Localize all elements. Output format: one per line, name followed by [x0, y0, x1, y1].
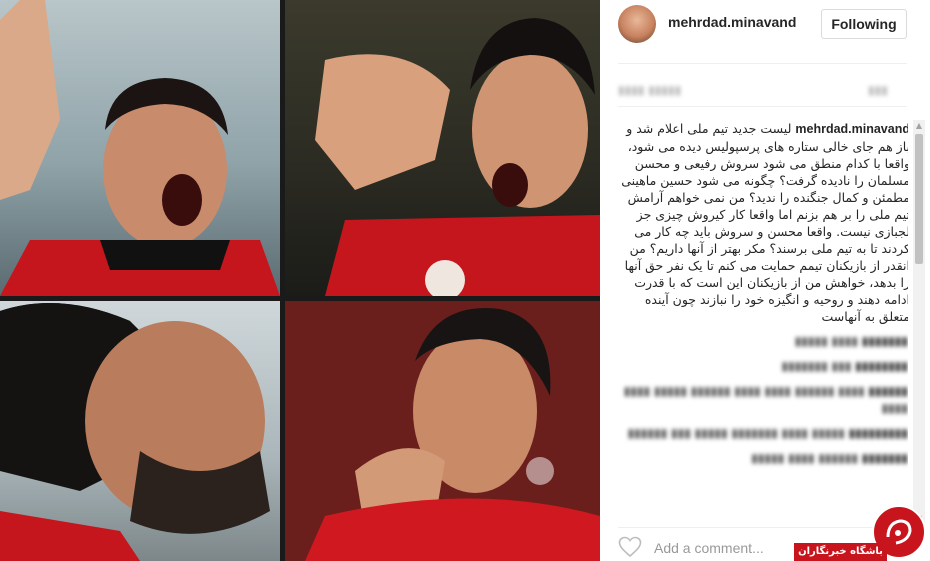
- avatar[interactable]: [618, 5, 656, 43]
- photo-tile-player-1: [0, 0, 280, 296]
- caption: mehrdad.minavand لیست جدید تیم ملی اعلام…: [618, 120, 908, 325]
- photo-tile-player-2: [285, 0, 600, 296]
- blurred-comment: ▮▮▮▮▮▮▮▮ ▮▮▮ ▮▮▮▮▮▮▮: [781, 359, 909, 373]
- blurred-comment: ▮▮▮▮▮▮▮ ▮▮▮▮ ▮▮▮▮▮: [794, 334, 908, 348]
- blurred-comment: ▮▮▮▮▮▮ ▮▮▮▮ ▮▮▮▮▮▮ ▮▮▮▮ ▮▮▮▮ ▮▮▮▮▮▮ ▮▮▮▮…: [623, 384, 908, 415]
- post-header: mehrdad.minavand Following: [618, 0, 910, 46]
- scroll-up-arrow-icon[interactable]: ▲: [913, 120, 925, 132]
- likes-count-blurred: ▮▮▮▮ ▮▮▮▮▮: [618, 83, 682, 97]
- stats-divider: [618, 106, 907, 107]
- caption-username[interactable]: mehrdad.minavand: [795, 122, 908, 136]
- post-sidebar: mehrdad.minavand Following ▮▮▮▮ ▮▮▮▮▮ ▮▮…: [600, 0, 930, 561]
- header-divider: [618, 63, 907, 64]
- heart-outline-icon[interactable]: [618, 536, 642, 558]
- blurred-comment: ▮▮▮▮▮▮▮ ▮▮▮▮▮▮ ▮▮▮▮ ▮▮▮▮▮: [751, 451, 908, 465]
- watermark-text: باشگاه خبرنگاران: [794, 543, 887, 561]
- caption-text: لیست جدید تیم ملی اعلام شد و باز هم جای …: [621, 121, 908, 324]
- photo-tile-player-4: [285, 301, 600, 561]
- add-comment-input[interactable]: Add a comment...: [654, 540, 764, 556]
- blurred-comment: ▮▮▮▮▮▮▮▮▮ ▮▮▮▮▮ ▮▮▮▮ ▮▮▮▮▮▮▮ ▮▮▮▮▮ ▮▮▮ ▮…: [627, 426, 908, 440]
- time-ago-blurred: ▮▮▮: [868, 83, 888, 97]
- comments-scrollbar[interactable]: ▲ ▼: [913, 120, 925, 525]
- header-username[interactable]: mehrdad.minavand: [668, 14, 796, 30]
- following-button[interactable]: Following: [821, 9, 907, 39]
- photo-tile-player-3: [0, 301, 280, 561]
- footer-divider: [618, 527, 907, 528]
- comments-list[interactable]: mehrdad.minavand لیست جدید تیم ملی اعلام…: [618, 120, 908, 525]
- post-photo[interactable]: [0, 0, 600, 561]
- scrollbar-thumb[interactable]: [915, 134, 923, 264]
